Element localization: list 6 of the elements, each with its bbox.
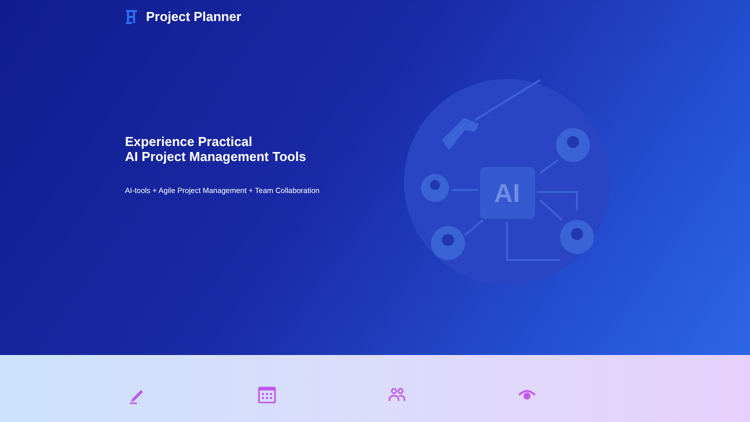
brand-name[interactable]: Project Planner (146, 7, 242, 27)
calendar-icon (258, 386, 276, 404)
logo-icon (125, 10, 138, 24)
hero-headline: Experience Practical AI Project Management Tools (125, 134, 308, 164)
ai-label: AI (494, 178, 520, 208)
people-icon (388, 386, 406, 404)
